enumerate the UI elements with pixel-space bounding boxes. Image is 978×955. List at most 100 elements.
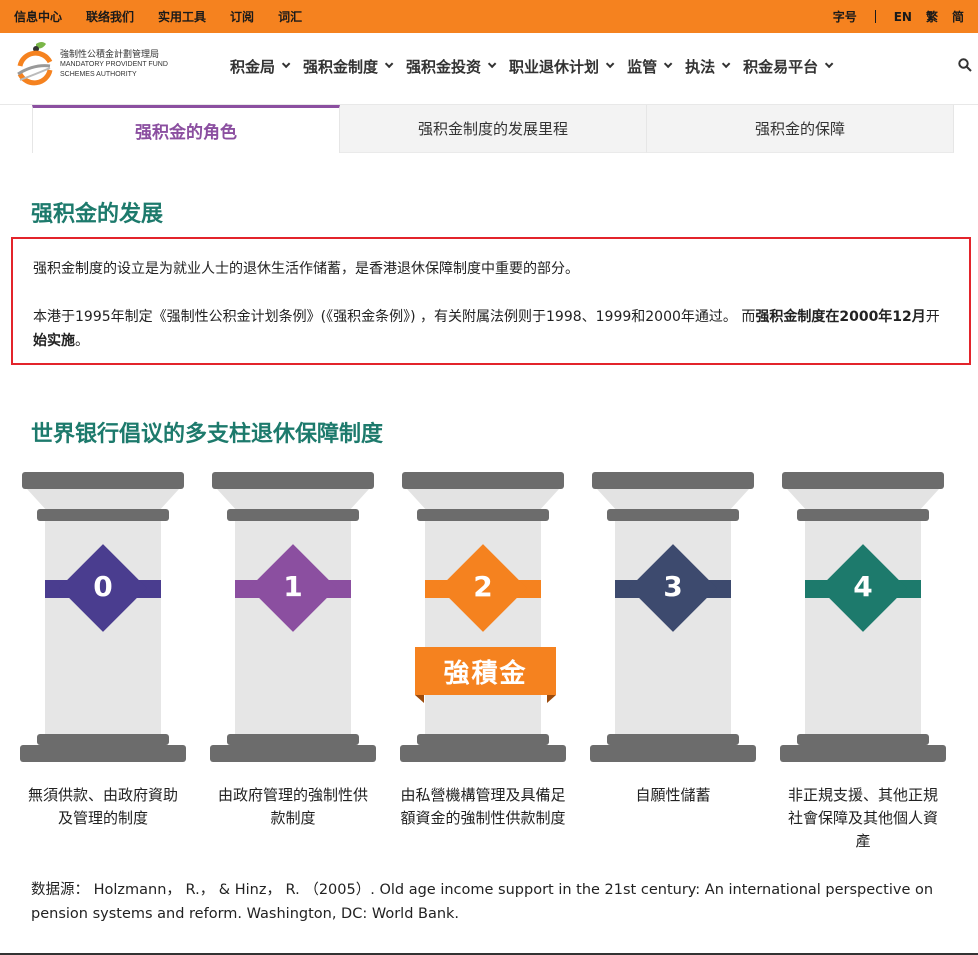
pillar-capital [402, 472, 564, 489]
para2-text: 本港于1995年制定《强制性公积金计划条例》(《强积金条例》) ，有关附属法例则… [33, 309, 756, 325]
nav-label: 强积金制度 [303, 57, 379, 76]
pillar-capital [22, 472, 184, 489]
link-info-centre[interactable]: 信息中心 [14, 8, 62, 25]
pillar-base [37, 734, 169, 745]
nav-label: 积金局 [230, 57, 276, 76]
chevron-down-icon [487, 59, 497, 69]
link-tools[interactable]: 实用工具 [158, 8, 206, 25]
pillar-2: 2 強積金 [400, 472, 566, 762]
utility-links: 信息中心 联络我们 实用工具 订阅 词汇 [14, 8, 326, 25]
nav-item-orso[interactable]: 职业退休计划 [509, 56, 615, 77]
pillar-number: 4 [853, 570, 873, 603]
pillar-capital [37, 509, 169, 521]
lang-traditional-link[interactable]: 繁 [926, 8, 938, 25]
pillar-capital [787, 489, 939, 509]
content-tabs: 强积金的角色 强积金制度的发展里程 强积金的保障 [32, 105, 954, 153]
source-citation: 数据源： Holzmann， R.， & Hinz， R. （2005）. Ol… [31, 882, 934, 922]
logo-text-en2: SCHEMES AUTHORITY [60, 71, 137, 78]
search-icon[interactable] [958, 58, 972, 72]
mpfa-logo[interactable]: 強制性公積金計劃管理局 MANDATORY PROVIDENT FUND SCH… [12, 40, 168, 90]
nav-item-regulation[interactable]: 监管 [627, 56, 673, 77]
nav-label: 强积金投资 [406, 57, 482, 76]
badge-fold [415, 695, 424, 703]
pillar-4: 4 [780, 472, 946, 762]
pillar-base [227, 734, 359, 745]
pillar-capital [797, 509, 929, 521]
site-header: 強制性公積金計劃管理局 MANDATORY PROVIDENT FUND SCH… [0, 33, 978, 105]
pillar-capital [417, 509, 549, 521]
chevron-down-icon [281, 59, 291, 69]
tab-mpf-role[interactable]: 强积金的角色 [32, 105, 340, 153]
pillar-caption: 非正規支援、其他正規社會保障及其他個人資產 [787, 786, 938, 850]
nav-item-empf[interactable]: 积金易平台 [743, 56, 834, 77]
para2-text: 。 [75, 333, 89, 349]
utility-right: 字号 EN 繁 简 [819, 8, 964, 25]
pillar-capital [782, 472, 944, 489]
pillar-1: 1 [210, 472, 376, 762]
nav-label: 执法 [685, 57, 716, 76]
main-nav: 积金局 强积金制度 强积金投资 职业退休计划 监管 执法 积金易平台 [222, 33, 838, 99]
lang-simplified-link[interactable]: 简 [952, 8, 964, 25]
link-contact-us[interactable]: 联络我们 [86, 8, 134, 25]
logo-text-en1: MANDATORY PROVIDENT FUND [60, 61, 168, 68]
mpf-badge: 強積金 [415, 647, 556, 695]
pillar-number: 3 [663, 570, 683, 603]
pillar-capital [227, 509, 359, 521]
chevron-down-icon [824, 59, 834, 69]
nav-item-mpfa[interactable]: 积金局 [230, 56, 291, 77]
pillar-caption: 由政府管理的強制性供款制度 [217, 786, 368, 827]
chevron-down-icon [721, 59, 731, 69]
para2-bold-date: 强积金制度在2000年12月 [755, 309, 926, 325]
pillar-base [210, 745, 376, 762]
mpfa-logo-icon [17, 42, 53, 86]
nav-item-enforcement[interactable]: 执法 [685, 56, 731, 77]
pillar-base [20, 745, 186, 762]
pillar-base [607, 734, 739, 745]
pillar-number: 0 [93, 570, 113, 603]
logo-text-zh: 強制性公積金計劃管理局 [60, 50, 160, 60]
pillar-number: 1 [283, 570, 303, 603]
pillar-capital [217, 489, 369, 509]
top-utility-bar: 信息中心 联络我们 实用工具 订阅 词汇 字号 EN 繁 简 [0, 0, 978, 33]
pillar-capital [607, 509, 739, 521]
pillar-number: 2 [473, 570, 493, 603]
badge-fold [547, 695, 556, 703]
intro-paragraph-1: 强积金制度的设立是为就业人士的退休生活作储蓄，是香港退休保障制度中重要的部分。 [33, 261, 579, 277]
pillar-capital [597, 489, 749, 509]
section-title-development: 强积金的发展 [31, 202, 164, 227]
tab-mpf-milestones[interactable]: 强积金制度的发展里程 [340, 105, 647, 153]
pillar-base [400, 745, 566, 762]
pillar-caption: 自願性儲蓄 [635, 786, 711, 804]
pillar-base [780, 745, 946, 762]
divider [874, 10, 876, 23]
font-size-button[interactable]: 字号 [833, 8, 857, 25]
chevron-down-icon [384, 59, 394, 69]
nav-label: 监管 [627, 57, 658, 76]
pillar-3: 3 [590, 472, 756, 762]
para2-bold-implemented: 始实施 [33, 333, 75, 349]
pillar-capital [407, 489, 559, 509]
intro-paragraph-2: 本港于1995年制定《强制性公积金计划条例》(《强积金条例》) ，有关附属法例则… [33, 305, 949, 353]
pillar-0: 0 [20, 472, 186, 762]
pillar-caption: 由私營機構管理及具備足額資金的強制性供款制度 [400, 786, 566, 827]
nav-label: 积金易平台 [743, 57, 819, 76]
chevron-down-icon [663, 59, 673, 69]
pillar-base [417, 734, 549, 745]
nav-item-mpf-system[interactable]: 强积金制度 [303, 56, 394, 77]
pillar-caption: 無須供款、由政府資助及管理的制度 [27, 786, 178, 827]
pillar-base [797, 734, 929, 745]
pillar-capital [27, 489, 179, 509]
section-title-multi-pillar: 世界银行倡议的多支柱退休保障制度 [31, 422, 384, 447]
pillar-capital [592, 472, 754, 489]
nav-label: 职业退休计划 [509, 57, 600, 76]
highlighted-intro-box: 强积金制度的设立是为就业人士的退休生活作储蓄，是香港退休保障制度中重要的部分。 … [11, 237, 971, 365]
link-subscribe[interactable]: 订阅 [230, 8, 254, 25]
lang-en-link[interactable]: EN [894, 10, 912, 24]
logo-text: 強制性公積金計劃管理局 MANDATORY PROVIDENT FUND SCH… [60, 50, 168, 80]
para2-text: 开 [925, 309, 940, 325]
nav-item-mpf-investment[interactable]: 强积金投资 [406, 56, 497, 77]
link-glossary[interactable]: 词汇 [278, 8, 302, 25]
tab-mpf-protection[interactable]: 强积金的保障 [647, 105, 954, 153]
pillar-base [590, 745, 756, 762]
chevron-down-icon [605, 59, 615, 69]
